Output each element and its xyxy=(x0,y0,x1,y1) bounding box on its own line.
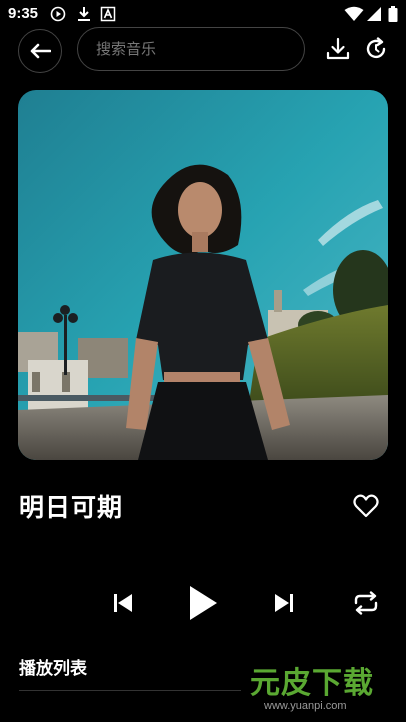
repeat-icon xyxy=(354,591,378,615)
next-button[interactable] xyxy=(269,588,299,618)
watermark-url: www.yuanpi.com xyxy=(264,700,347,712)
watermark-logo-text: 元皮下载 xyxy=(250,666,374,701)
playlist-divider xyxy=(19,690,241,691)
wifi-icon xyxy=(344,6,364,21)
repeat-button[interactable] xyxy=(350,588,382,618)
arrow-left-icon xyxy=(30,43,51,59)
album-cover-image xyxy=(18,90,388,460)
back-button[interactable] xyxy=(18,29,62,73)
playlist-title[interactable]: 播放列表 xyxy=(19,654,87,679)
search-box[interactable] xyxy=(77,27,305,71)
play-button[interactable] xyxy=(183,583,223,623)
previous-button[interactable] xyxy=(108,588,138,618)
song-title: 明日可期 xyxy=(19,493,124,522)
a-box-icon xyxy=(100,6,116,22)
download-icon xyxy=(78,7,90,21)
refresh-icon[interactable] xyxy=(363,36,389,62)
battery-icon xyxy=(388,6,398,22)
status-bar: 9:35 xyxy=(0,0,406,28)
watermark: 元皮下载 www.yuanpi.com xyxy=(250,658,400,718)
download-icon[interactable] xyxy=(325,36,351,62)
album-cover xyxy=(18,90,388,460)
heart-outline-icon[interactable] xyxy=(352,492,380,520)
play-circle-icon xyxy=(50,6,66,22)
status-time: 9:35 xyxy=(8,5,39,22)
signal-icon xyxy=(367,7,381,21)
play-icon xyxy=(190,586,217,620)
skip-previous-icon xyxy=(114,594,132,612)
skip-next-icon xyxy=(275,594,293,612)
search-input[interactable] xyxy=(96,40,286,58)
